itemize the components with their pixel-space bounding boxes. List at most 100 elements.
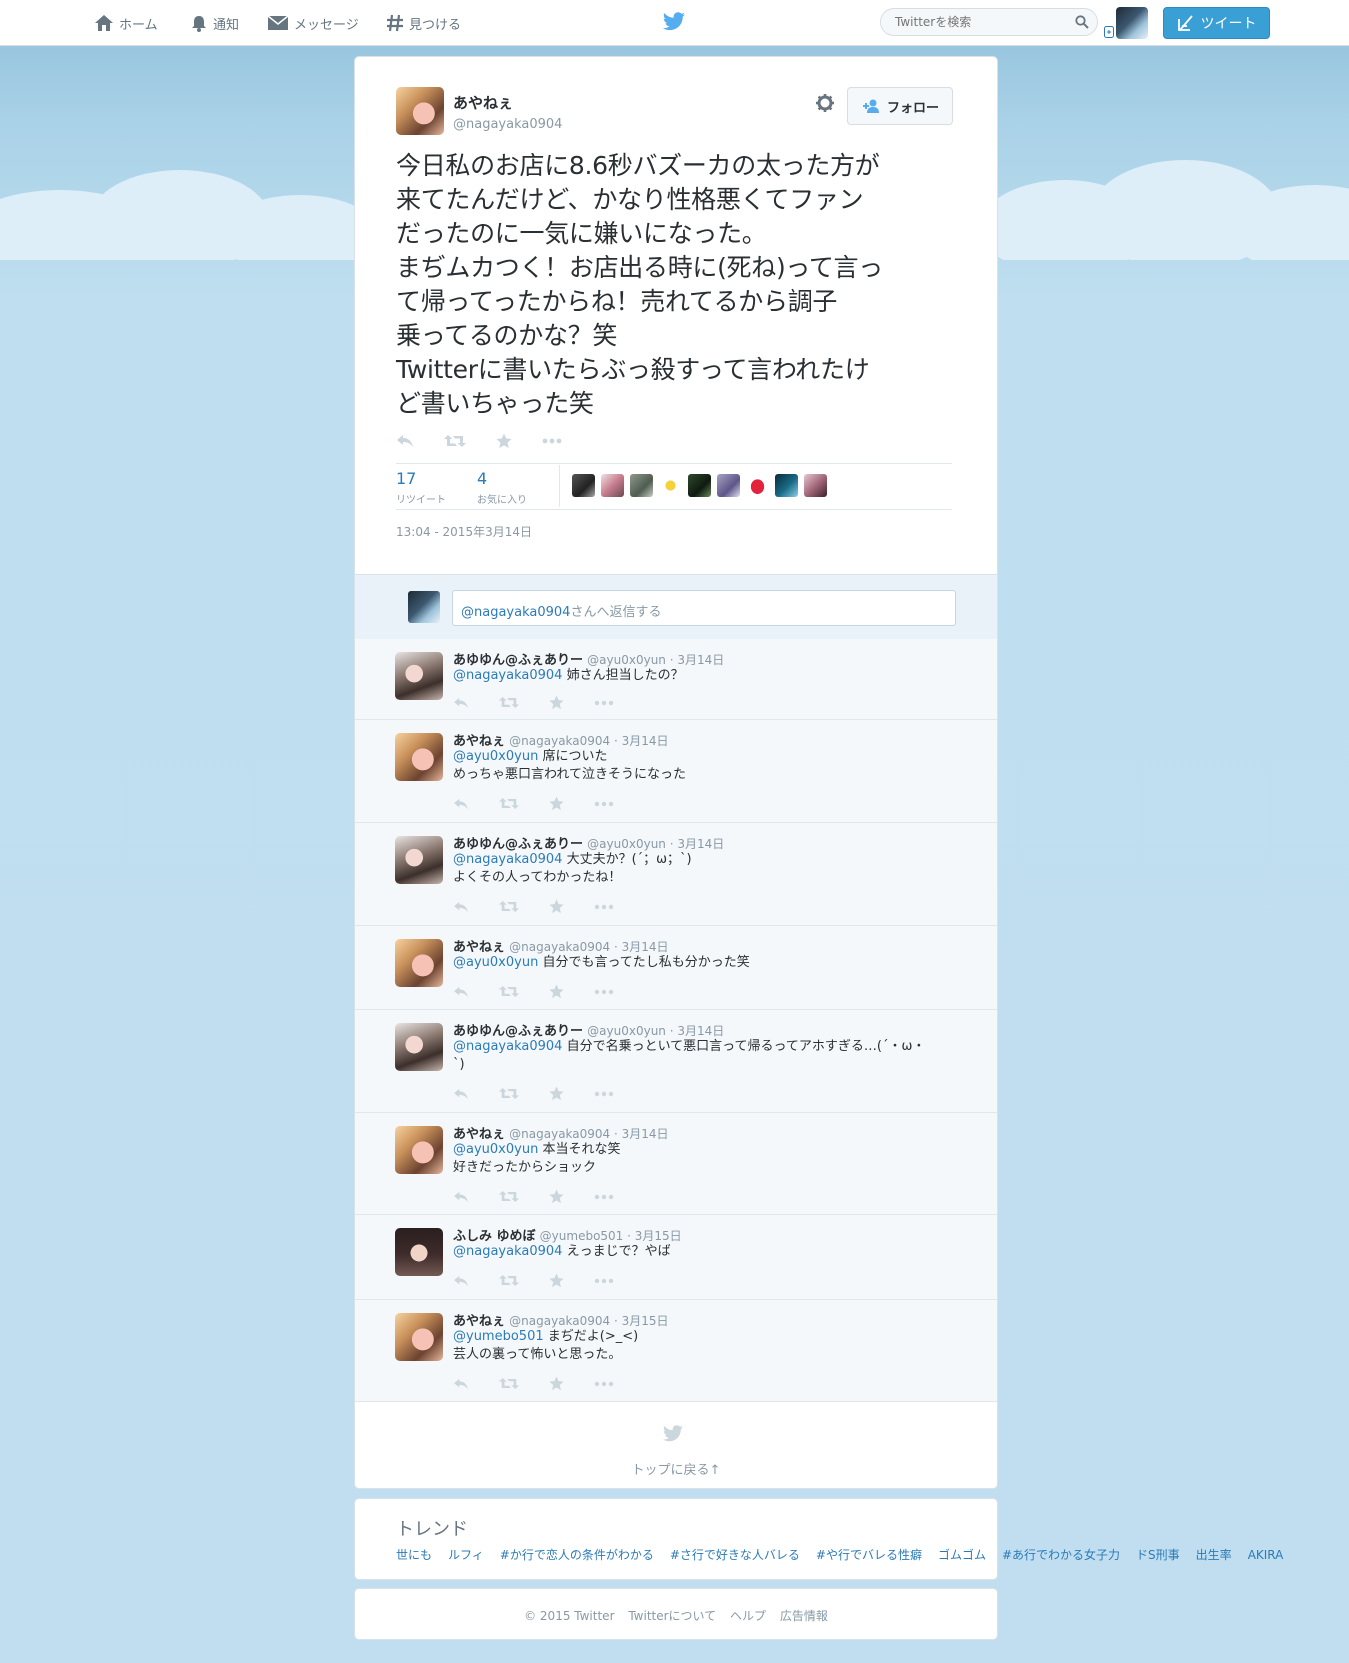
favorite-button[interactable] <box>549 984 564 999</box>
retweet-button[interactable] <box>444 434 466 448</box>
reply-meta[interactable]: @ayu0x0yun · 3月14日 <box>587 837 724 851</box>
retweet-button[interactable] <box>499 900 519 913</box>
reply-author-name[interactable]: あやねぇ <box>453 940 505 955</box>
search-input[interactable] <box>893 14 1067 30</box>
reply-author-name[interactable]: あゆゆん@ふぇありー <box>453 653 583 668</box>
retweet-button[interactable] <box>499 985 519 998</box>
follow-button[interactable]: フォロー <box>847 87 953 125</box>
reply-input[interactable]: @nagayaka0904さんへ返信する <box>452 590 956 626</box>
favoriter-avatar[interactable] <box>746 474 769 497</box>
favoriter-avatar[interactable] <box>601 474 624 497</box>
reply-avatar[interactable] <box>395 836 443 884</box>
back-to-top-link[interactable]: トップに戻る↑ <box>355 1459 997 1478</box>
favorite-button[interactable] <box>496 433 512 449</box>
trend-item[interactable]: AKIRA <box>1248 1548 1284 1562</box>
reply-mention[interactable]: @nagayaka0904 <box>453 852 562 867</box>
favorite-button[interactable] <box>549 1376 564 1391</box>
reply-button[interactable] <box>396 434 414 448</box>
user-avatar[interactable] <box>1116 7 1148 39</box>
trend-item[interactable]: #さ行で好きな人バレる <box>670 1548 800 1562</box>
favoriter-avatar[interactable] <box>688 474 711 497</box>
twitter-bird-icon[interactable] <box>662 12 686 32</box>
more-button[interactable] <box>594 1194 614 1200</box>
reply-mention[interactable]: @ayu0x0yun <box>453 749 538 764</box>
reply-button[interactable] <box>453 1088 469 1100</box>
footer-about-link[interactable]: Twitterについて <box>628 1609 716 1623</box>
reply-button[interactable] <box>453 798 469 810</box>
reply-tweet[interactable]: ふしみ ゆめぼ @yumebo501 · 3月15日 @nagayaka0904… <box>355 1215 997 1300</box>
nav-messages[interactable]: メッセージ <box>267 12 359 34</box>
settings-small-icon[interactable] <box>1104 26 1114 38</box>
more-button[interactable] <box>594 1381 614 1387</box>
reply-meta[interactable]: @ayu0x0yun · 3月14日 <box>587 1024 724 1038</box>
favoriter-avatar[interactable] <box>717 474 740 497</box>
reply-tweet[interactable]: あゆゆん@ふぇありー @ayu0x0yun · 3月14日 @nagayaka0… <box>355 639 997 720</box>
reply-button[interactable] <box>453 986 469 998</box>
nav-discover[interactable]: 見つける <box>386 12 461 34</box>
compose-tweet-button[interactable]: ツイート <box>1163 7 1270 39</box>
reply-tweet[interactable]: あやねぇ @nagayaka0904 · 3月14日 @ayu0x0yun 自分… <box>355 926 997 1010</box>
reply-tweet[interactable]: あゆゆん@ふぇありー @ayu0x0yun · 3月14日 @nagayaka0… <box>355 1010 997 1113</box>
retweet-button[interactable] <box>499 1377 519 1390</box>
footer-ads-link[interactable]: 広告情報 <box>780 1609 828 1623</box>
reply-button[interactable] <box>453 1378 469 1390</box>
retweet-button[interactable] <box>499 1087 519 1100</box>
favoriter-avatar[interactable] <box>572 474 595 497</box>
reply-tweet[interactable]: あやねぇ @nagayaka0904 · 3月14日 @ayu0x0yun 席に… <box>355 720 997 823</box>
trend-item[interactable]: #や行でバレる性癖 <box>816 1548 922 1562</box>
trend-item[interactable]: 世にも <box>396 1548 432 1562</box>
retweet-count[interactable]: 17 <box>396 469 416 488</box>
favoriter-avatar[interactable] <box>659 474 682 497</box>
favorite-button[interactable] <box>549 796 564 811</box>
reply-meta[interactable]: @nagayaka0904 · 3月15日 <box>509 1314 668 1328</box>
more-button[interactable] <box>542 438 562 444</box>
favoriter-avatar[interactable] <box>804 474 827 497</box>
reply-avatar[interactable] <box>395 1228 443 1276</box>
retweet-button[interactable] <box>499 696 519 709</box>
reply-meta[interactable]: @nagayaka0904 · 3月14日 <box>509 940 668 954</box>
favorite-button[interactable] <box>549 1273 564 1288</box>
reply-meta[interactable]: @nagayaka0904 · 3月14日 <box>509 734 668 748</box>
more-button[interactable] <box>594 904 614 910</box>
author-avatar[interactable] <box>396 87 444 135</box>
more-button[interactable] <box>594 1278 614 1284</box>
reply-meta[interactable]: @yumebo501 · 3月15日 <box>540 1229 682 1243</box>
reply-author-name[interactable]: あやねぇ <box>453 1127 505 1142</box>
reply-mention[interactable]: @ayu0x0yun <box>453 1142 538 1157</box>
reply-mention[interactable]: @nagayaka0904 <box>453 1039 562 1054</box>
reply-tweet[interactable]: あゆゆん@ふぇありー @ayu0x0yun · 3月14日 @nagayaka0… <box>355 823 997 926</box>
reply-meta[interactable]: @nagayaka0904 · 3月14日 <box>509 1127 668 1141</box>
reply-tweet[interactable]: あやねぇ @nagayaka0904 · 3月15日 @yumebo501 まぢ… <box>355 1300 997 1402</box>
favorite-count[interactable]: 4 <box>477 469 487 488</box>
trend-item[interactable]: ドS刑事 <box>1136 1548 1180 1562</box>
reply-author-name[interactable]: あやねぇ <box>453 1314 505 1329</box>
reply-avatar[interactable] <box>395 733 443 781</box>
more-button[interactable] <box>594 801 614 807</box>
reply-author-name[interactable]: あゆゆん@ふぇありー <box>453 1024 583 1039</box>
reply-avatar[interactable] <box>395 1023 443 1071</box>
trend-item[interactable]: 出生率 <box>1196 1548 1232 1562</box>
reply-button[interactable] <box>453 901 469 913</box>
retweet-button[interactable] <box>499 797 519 810</box>
author-name[interactable]: あやねぇ <box>453 92 513 113</box>
more-button[interactable] <box>594 989 614 995</box>
nav-home[interactable]: ホーム <box>94 12 158 34</box>
favoriter-avatar[interactable] <box>630 474 653 497</box>
more-button[interactable] <box>594 1091 614 1097</box>
reply-mention[interactable]: @nagayaka0904 <box>453 1244 562 1259</box>
search-box[interactable] <box>880 8 1098 36</box>
nav-notifications[interactable]: 通知 <box>190 12 239 34</box>
favorite-button[interactable] <box>549 1189 564 1204</box>
gear-icon[interactable] <box>815 93 835 113</box>
retweet-button[interactable] <box>499 1190 519 1203</box>
favorite-button[interactable] <box>549 899 564 914</box>
trend-item[interactable]: #か行で恋人の条件がわかる <box>500 1548 654 1562</box>
reply-avatar[interactable] <box>395 1313 443 1361</box>
favorite-button[interactable] <box>549 695 564 710</box>
trend-item[interactable]: ルフィ <box>448 1548 484 1562</box>
reply-meta[interactable]: @ayu0x0yun · 3月14日 <box>587 653 724 667</box>
favorite-button[interactable] <box>549 1086 564 1101</box>
tweet-timestamp[interactable]: 13:04 - 2015年3月14日 <box>396 523 532 540</box>
reply-author-name[interactable]: あゆゆん@ふぇありー <box>453 837 583 852</box>
reply-avatar[interactable] <box>395 1126 443 1174</box>
